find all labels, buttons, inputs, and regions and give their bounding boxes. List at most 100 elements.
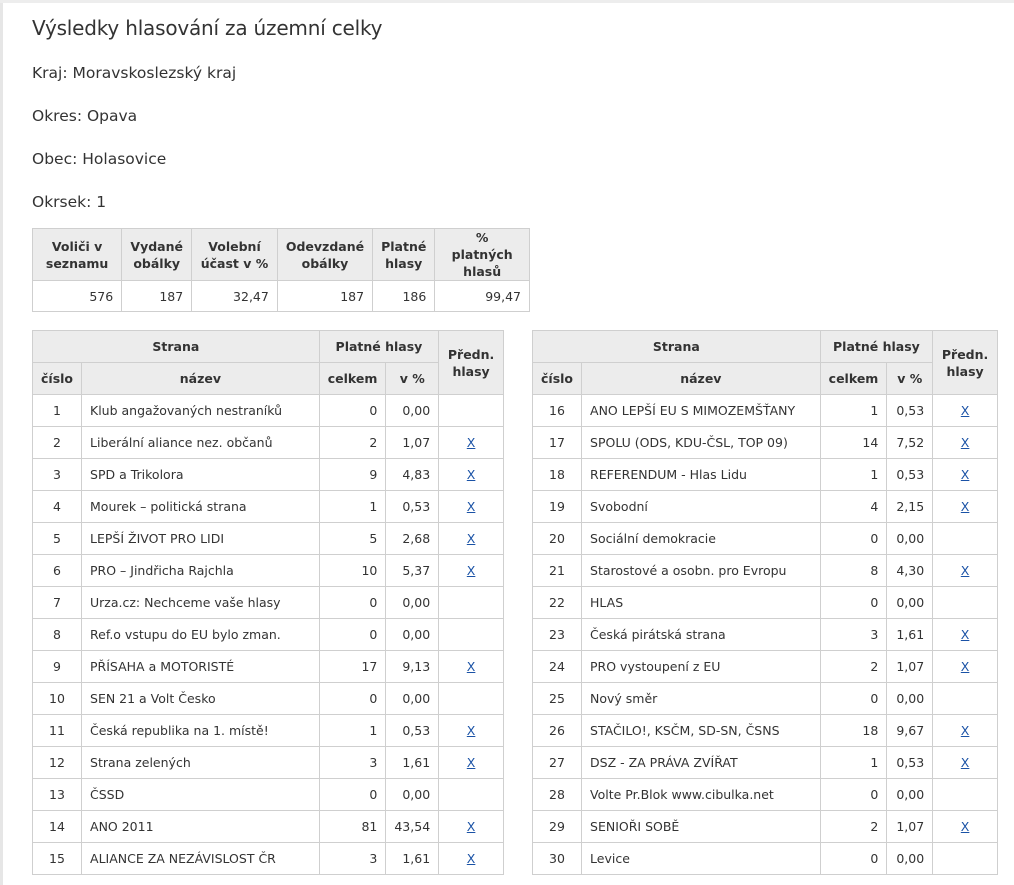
party-votes: 1 xyxy=(318,714,387,747)
pref-votes-link[interactable]: X xyxy=(961,403,970,418)
pref-votes-cell: X xyxy=(438,522,504,555)
party-number: 4 xyxy=(31,490,83,523)
header-v-procent: v % xyxy=(886,362,934,395)
pref-votes-link[interactable]: X xyxy=(467,467,476,482)
pref-votes-link[interactable]: X xyxy=(961,627,970,642)
party-percent: 0,53 xyxy=(886,394,934,427)
party-number: 20 xyxy=(531,522,583,555)
summary-value-row: 576 187 32,47 187 186 99,47 xyxy=(31,280,530,312)
party-percent: 0,00 xyxy=(886,522,934,555)
header-cislo: číslo xyxy=(31,362,83,395)
party-name: Česká republika na 1. místě! xyxy=(81,714,320,747)
party-number: 8 xyxy=(31,618,83,651)
pref-votes-link[interactable]: X xyxy=(467,819,476,834)
table-row: 10 SEN 21 a Volt Česko 0 0,00 xyxy=(31,682,504,715)
party-number: 15 xyxy=(31,842,83,875)
pref-votes-link[interactable]: X xyxy=(961,563,970,578)
party-number: 21 xyxy=(531,554,583,587)
header-ucast: Volební účast v % xyxy=(191,228,278,281)
value-odevzdane: 187 xyxy=(276,280,374,312)
window-left-edge xyxy=(0,0,3,885)
party-name: SPD a Trikolora xyxy=(81,458,320,491)
header-platne-hlasy: Platné hlasy xyxy=(819,330,934,363)
results-table-right: Strana Platné hlasy Předn. hlasy číslo n… xyxy=(531,330,998,875)
pref-votes-link[interactable]: X xyxy=(467,435,476,450)
party-name: SEN 21 a Volt Česko xyxy=(81,682,320,715)
party-votes: 3 xyxy=(819,618,888,651)
okres-line: Okres: Opava xyxy=(32,107,138,125)
pref-votes-link[interactable]: X xyxy=(961,819,970,834)
party-votes: 2 xyxy=(819,650,888,683)
party-percent: 1,07 xyxy=(886,810,934,843)
party-votes: 2 xyxy=(318,426,387,459)
value-ucast: 32,47 xyxy=(191,280,278,312)
party-percent: 2,15 xyxy=(886,490,934,523)
header-cislo: číslo xyxy=(531,362,583,395)
okrsek-line: Okrsek: 1 xyxy=(32,193,107,211)
party-votes: 9 xyxy=(318,458,387,491)
summary-header-row: Voliči v seznamu Vydané obálky Volební ú… xyxy=(31,228,530,281)
party-votes: 0 xyxy=(318,586,387,619)
pref-votes-cell xyxy=(438,586,504,619)
pref-votes-link[interactable]: X xyxy=(961,499,970,514)
party-percent: 0,00 xyxy=(886,682,934,715)
party-number: 28 xyxy=(531,778,583,811)
pref-votes-cell: X xyxy=(932,458,998,491)
party-name: Urza.cz: Nechceme vaše hlasy xyxy=(81,586,320,619)
pref-votes-link[interactable]: X xyxy=(467,531,476,546)
party-percent: 7,52 xyxy=(886,426,934,459)
pref-votes-link[interactable]: X xyxy=(467,659,476,674)
pref-votes-cell xyxy=(438,778,504,811)
pref-votes-link[interactable]: X xyxy=(961,723,970,738)
pref-votes-link[interactable]: X xyxy=(961,659,970,674)
pref-votes-link[interactable]: X xyxy=(467,723,476,738)
value-platne: 186 xyxy=(372,280,436,312)
pref-votes-link[interactable]: X xyxy=(467,851,476,866)
pref-votes-cell: X xyxy=(438,842,504,875)
party-name: Liberální aliance nez. občanů xyxy=(81,426,320,459)
party-votes: 0 xyxy=(318,618,387,651)
party-percent: 0,00 xyxy=(886,842,934,875)
party-votes: 18 xyxy=(819,714,888,747)
table-row: 2 Liberální aliance nez. občanů 2 1,07 X xyxy=(31,426,504,459)
pref-votes-cell xyxy=(438,394,504,427)
party-votes: 0 xyxy=(318,682,387,715)
party-votes: 1 xyxy=(819,746,888,779)
table-row: 1 Klub angažovaných nestraníků 0 0,00 xyxy=(31,394,504,427)
summary-table: Voliči v seznamu Vydané obálky Volební ú… xyxy=(31,228,530,312)
party-number: 29 xyxy=(531,810,583,843)
table-row: 30 Levice 0 0,00 xyxy=(531,842,998,875)
party-name: Ref.o vstupu do EU bylo zman. xyxy=(81,618,320,651)
party-name: STAČILO!, KSČM, SD-SN, ČSNS xyxy=(581,714,821,747)
party-percent: 0,00 xyxy=(385,682,440,715)
table-row: 28 Volte Pr.Blok www.cibulka.net 0 0,00 xyxy=(531,778,998,811)
pref-votes-link[interactable]: X xyxy=(467,499,476,514)
party-name: PRO vystoupení z EU xyxy=(581,650,821,683)
pref-votes-cell: X xyxy=(932,810,998,843)
table-row: 7 Urza.cz: Nechceme vaše hlasy 0 0,00 xyxy=(31,586,504,619)
pref-votes-link[interactable]: X xyxy=(961,755,970,770)
kraj-line: Kraj: Moravskoslezský kraj xyxy=(32,64,237,82)
pref-votes-cell xyxy=(932,522,998,555)
pref-votes-link[interactable]: X xyxy=(467,563,476,578)
header-nazev: název xyxy=(581,362,821,395)
party-name: Volte Pr.Blok www.cibulka.net xyxy=(581,778,821,811)
party-percent: 1,07 xyxy=(385,426,440,459)
party-number: 27 xyxy=(531,746,583,779)
party-number: 11 xyxy=(31,714,83,747)
pref-votes-link[interactable]: X xyxy=(961,467,970,482)
party-percent: 1,61 xyxy=(886,618,934,651)
header-platne: Platné hlasy xyxy=(372,228,436,281)
pref-votes-link[interactable]: X xyxy=(467,755,476,770)
party-percent: 0,53 xyxy=(385,714,440,747)
pref-votes-link[interactable]: X xyxy=(961,435,970,450)
party-percent: 0,53 xyxy=(385,490,440,523)
header-predn-hlasy: Předn. hlasy xyxy=(438,330,504,395)
table-row: 14 ANO 2011 81 43,54 X xyxy=(31,810,504,843)
table-row: 8 Ref.o vstupu do EU bylo zman. 0 0,00 xyxy=(31,618,504,651)
party-votes: 17 xyxy=(318,650,387,683)
results-subheader-row: číslo název celkem v % xyxy=(531,362,998,395)
party-percent: 1,61 xyxy=(385,746,440,779)
page-title: Výsledky hlasování za územní celky xyxy=(32,16,383,40)
pref-votes-cell: X xyxy=(932,394,998,427)
